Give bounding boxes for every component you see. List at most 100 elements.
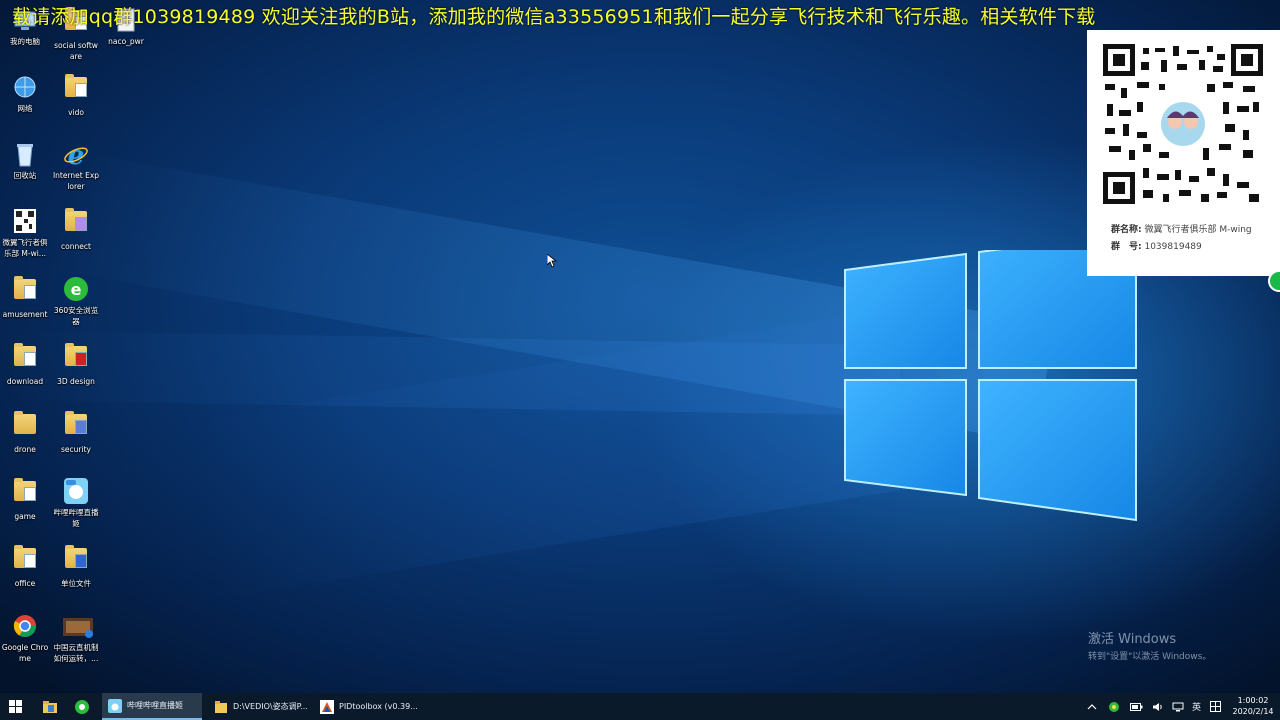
icon-label: vido xyxy=(68,108,84,117)
folder-icon xyxy=(63,343,89,374)
group-number-label: 群 号: xyxy=(1111,242,1142,252)
icon-label: 360安全浏览器 xyxy=(53,306,99,326)
desktop-icon-recycle-bin[interactable]: 回收站 xyxy=(1,140,49,181)
network-icon xyxy=(12,73,38,101)
icon-label: office xyxy=(14,579,36,588)
pidtoolbox-icon xyxy=(320,699,334,714)
icon-label: 3D design xyxy=(57,377,95,386)
keyboard-grid-icon xyxy=(1210,701,1221,712)
watermark-subtitle: 转到"设置"以激活 Windows。 xyxy=(1088,652,1212,662)
task-label: D:\VEDIO\姿态调P... xyxy=(233,702,308,711)
task-label: 哔哩哔哩直播姬 xyxy=(127,701,183,710)
group-number-value: 1039819489 xyxy=(1144,242,1202,252)
folder-icon xyxy=(12,478,38,509)
chevron-up-icon xyxy=(1087,703,1097,709)
desktop: 我的电脑 网络 回收站 微翼飞行者俱乐部 M-wi... amusement d… xyxy=(0,0,1280,693)
desktop-icon-360-browser[interactable]: e 360安全浏览器 xyxy=(52,275,100,327)
icon-label: game xyxy=(14,512,36,521)
tray-ime-mode[interactable] xyxy=(1210,693,1221,720)
desktop-icon-google-chrome[interactable]: Google Chrome xyxy=(1,612,49,664)
pinned-file-explorer[interactable] xyxy=(38,693,62,720)
icon-label: social software xyxy=(54,41,98,61)
tray-360-icon[interactable] xyxy=(1108,693,1120,720)
folder-icon xyxy=(63,74,89,105)
icon-label: drone xyxy=(14,445,36,454)
tray-volume[interactable] xyxy=(1152,693,1164,720)
folder-icon xyxy=(215,700,227,713)
desktop-icon-security[interactable]: security xyxy=(52,410,100,455)
desktop-icon-mwing-qr[interactable]: 微翼飞行者俱乐部 M-wi... xyxy=(1,207,49,259)
desktop-icon-vido[interactable]: vido xyxy=(52,73,100,118)
watermark-title: 激活 Windows xyxy=(1088,632,1177,647)
qr-group-info: 群名称: 微翼飞行者俱乐部 M-wing 群 号: 1039819489 xyxy=(1111,222,1252,256)
folder-icon xyxy=(12,411,38,442)
group-name-value: 微翼飞行者俱乐部 M-wing xyxy=(1144,225,1252,235)
ie-icon: e xyxy=(63,140,89,171)
icon-label: 哔哩哔哩直播姬 xyxy=(53,508,99,528)
volume-icon xyxy=(1153,702,1162,711)
qr-code-image xyxy=(1103,44,1263,204)
scrolling-banner-text: 载请添加qq群1039819489 欢迎关注我的B站，添加我的微信a335569… xyxy=(12,6,1096,28)
icon-label: amusement xyxy=(2,310,48,319)
activate-windows-watermark: 激活 Windows 转到"设置"以激活 Windows。 xyxy=(1088,628,1211,662)
icon-label: Internet Explorer xyxy=(52,171,100,191)
folder-icon xyxy=(63,208,89,239)
tray-ime-indicator[interactable]: 英 xyxy=(1192,693,1201,720)
folder-icon xyxy=(12,545,38,576)
pinned-360-browser[interactable] xyxy=(70,693,94,720)
desktop-icon-amusement[interactable]: amusement xyxy=(1,275,49,320)
desktop-icon-bilibili-live[interactable]: 哔哩哔哩直播姬 xyxy=(52,477,100,529)
qr-image-icon xyxy=(12,207,38,235)
folder-icon xyxy=(63,545,89,576)
network-icon xyxy=(1172,702,1184,711)
chrome-icon xyxy=(12,612,38,640)
start-button[interactable] xyxy=(0,693,30,720)
desktop-icon-internet-explorer[interactable]: e Internet Explorer xyxy=(52,140,100,192)
clock-time: 1:00:02 xyxy=(1237,696,1269,705)
video-thumbnail-icon xyxy=(63,612,93,640)
taskbar-item-bilibili-live[interactable]: 哔哩哔哩直播姬 xyxy=(102,693,202,720)
mouse-cursor-icon xyxy=(547,254,557,268)
360-security-icon xyxy=(1109,701,1119,712)
bilibili-live-icon xyxy=(108,698,122,713)
tray-battery[interactable] xyxy=(1130,693,1143,720)
360-browser-icon: e xyxy=(63,275,89,303)
desktop-icon-drone[interactable]: drone xyxy=(1,410,49,455)
taskbar-item-file-explorer[interactable]: D:\VEDIO\姿态调P... xyxy=(208,693,318,720)
icon-label: 微翼飞行者俱乐部 M-wi... xyxy=(2,238,48,258)
folder-icon xyxy=(12,343,38,374)
desktop-icon-3d-design[interactable]: 3D design xyxy=(52,342,100,387)
recycle-bin-icon xyxy=(12,140,38,168)
floating-assistant-icon[interactable] xyxy=(1268,270,1280,292)
windows-logo-wallpaper xyxy=(844,250,1137,522)
windows-start-icon xyxy=(8,700,22,713)
desktop-icon-video[interactable]: 中国云直机制如何运转，... xyxy=(52,612,100,664)
desktop-icon-game[interactable]: game xyxy=(1,477,49,522)
desktop-icon-connect[interactable]: connect xyxy=(52,207,100,252)
group-name-label: 群名称: xyxy=(1111,225,1142,235)
svg-text:e: e xyxy=(68,141,85,168)
ime-label: 英 xyxy=(1192,703,1202,713)
qr-avatar xyxy=(1161,102,1205,146)
desktop-icon-network[interactable]: 网络 xyxy=(1,73,49,114)
icon-label: connect xyxy=(61,242,91,251)
folder-icon xyxy=(63,411,89,442)
folder-icon xyxy=(12,276,38,307)
360-browser-icon xyxy=(75,699,89,714)
desktop-icon-office[interactable]: office xyxy=(1,544,49,589)
desktop-icon-download[interactable]: download xyxy=(1,342,49,387)
battery-icon xyxy=(1130,702,1143,711)
icon-label: 网络 xyxy=(17,104,33,113)
tray-clock[interactable]: 1:00:02 2020/2/14 xyxy=(1228,695,1278,717)
desktop-icon-unit-files[interactable]: 单位文件 xyxy=(52,544,100,589)
clock-date: 2020/2/14 xyxy=(1232,707,1274,716)
svg-text:e: e xyxy=(71,280,82,299)
icon-label: 中国云直机制如何运转，... xyxy=(53,643,99,663)
qr-code-panel: 群名称: 微翼飞行者俱乐部 M-wing 群 号: 1039819489 xyxy=(1087,30,1280,276)
icon-label: 单位文件 xyxy=(61,579,91,588)
taskbar-item-pidtoolbox[interactable]: PIDtoolbox (v0.39... xyxy=(314,693,424,720)
tray-show-hidden-icons[interactable] xyxy=(1087,693,1097,720)
tray-network[interactable] xyxy=(1172,693,1184,720)
task-label: PIDtoolbox (v0.39... xyxy=(339,702,418,711)
icon-label: security xyxy=(61,445,91,454)
